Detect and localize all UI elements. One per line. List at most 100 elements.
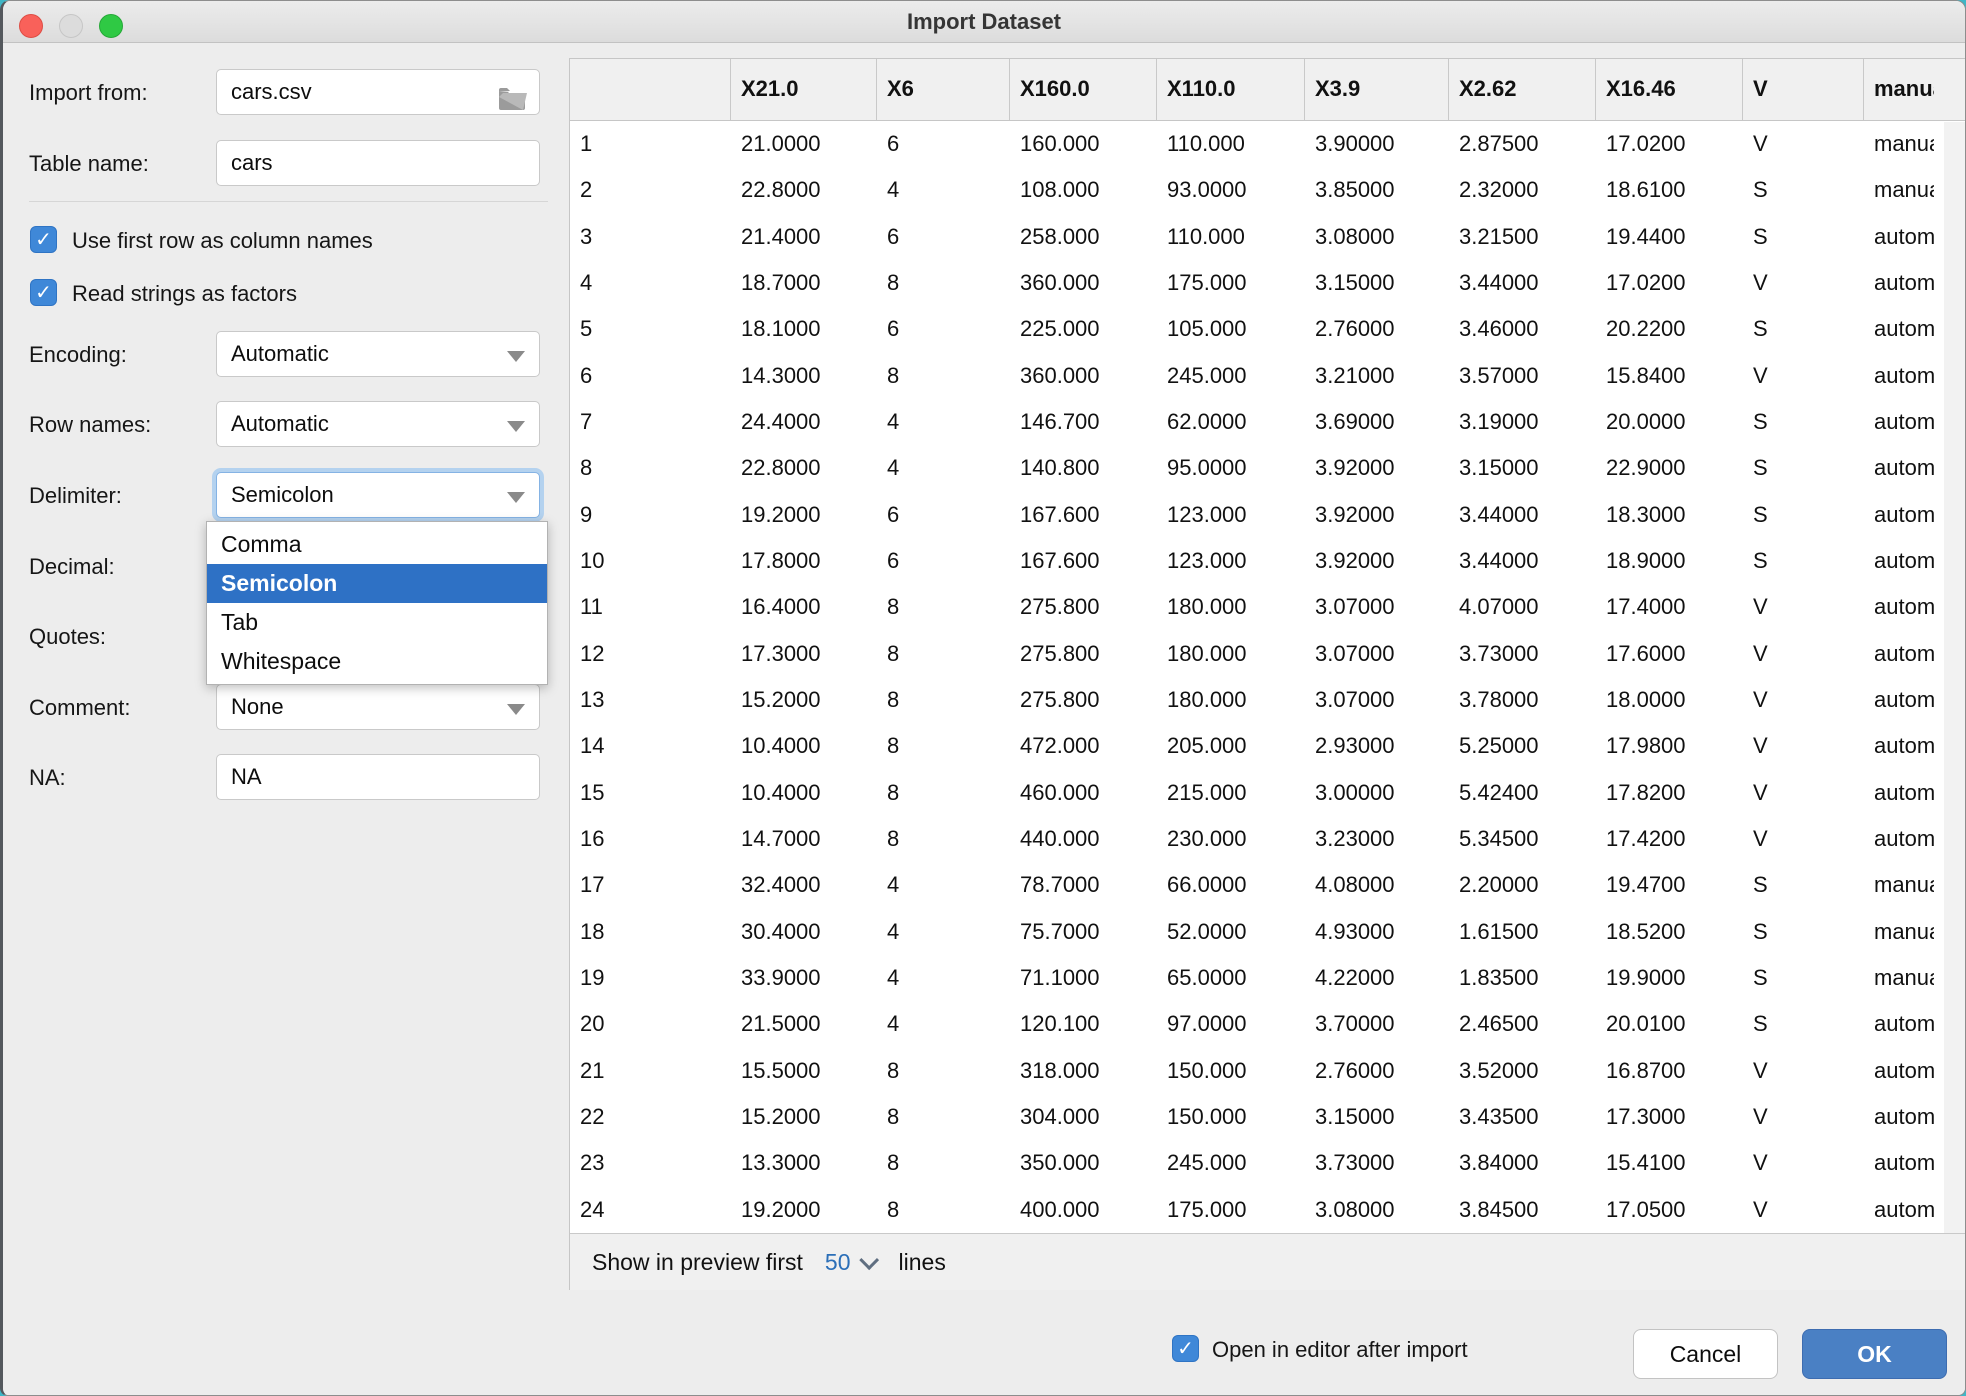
table-cell: 110.000 xyxy=(1157,121,1305,167)
table-row[interactable]: 1017.80006167.600123.0003.920003.4400018… xyxy=(570,538,1966,584)
table-row[interactable]: 1614.70008440.000230.0003.230005.3450017… xyxy=(570,816,1966,862)
table-row[interactable]: 614.30008360.000245.0003.210003.5700015.… xyxy=(570,353,1966,399)
table-cell: 4.07000 xyxy=(1449,584,1596,630)
table-cell: 30.4000 xyxy=(731,909,877,955)
table-row[interactable]: 2215.20008304.000150.0003.150003.4350017… xyxy=(570,1094,1966,1140)
table-cell: 3.15000 xyxy=(1305,1094,1449,1140)
column-header[interactable]: X160.0 xyxy=(1010,59,1157,120)
delimiter-option-semicolon[interactable]: Semicolon xyxy=(207,564,547,603)
table-row[interactable]: 1315.20008275.800180.0003.070003.7800018… xyxy=(570,677,1966,723)
table-row[interactable]: 2419.20008400.000175.0003.080003.8450017… xyxy=(570,1187,1966,1233)
table-cell: 16.4000 xyxy=(731,584,877,630)
table-cell: automatic xyxy=(1864,1048,1934,1094)
table-row[interactable]: 1933.9000471.100065.00004.220001.8350019… xyxy=(570,955,1966,1001)
column-header[interactable]: X6 xyxy=(877,59,1010,120)
table-cell: 180.000 xyxy=(1157,631,1305,677)
table-cell: 1.61500 xyxy=(1449,909,1596,955)
table-cell: V xyxy=(1743,260,1864,306)
folder-icon[interactable] xyxy=(497,81,527,115)
table-row[interactable]: 121.00006160.000110.0003.900002.8750017.… xyxy=(570,121,1966,167)
table-cell: 4 xyxy=(877,167,1010,213)
table-cell: 71.1000 xyxy=(1010,955,1157,1001)
column-header[interactable]: X16.46 xyxy=(1596,59,1743,120)
comment-label: Comment: xyxy=(29,695,130,721)
table-cell: 4 xyxy=(877,909,1010,955)
na-field[interactable]: NA xyxy=(216,754,540,800)
table-row[interactable]: 1830.4000475.700052.00004.930001.6150018… xyxy=(570,909,1966,955)
preview-line-count-dropdown[interactable]: 50 xyxy=(825,1249,851,1276)
preview-suffix-text: lines xyxy=(899,1249,946,1276)
column-header[interactable] xyxy=(570,59,731,120)
table-cell: S xyxy=(1743,862,1864,908)
column-header[interactable]: X2.62 xyxy=(1449,59,1596,120)
table-row[interactable]: 822.80004140.80095.00003.920003.1500022.… xyxy=(570,445,1966,491)
row-number-cell: 10 xyxy=(570,538,731,584)
table-cell: automatic xyxy=(1864,723,1934,769)
table-cell: 14.3000 xyxy=(731,353,877,399)
import-from-field[interactable]: cars.csv xyxy=(216,69,540,115)
row-names-select[interactable]: Automatic xyxy=(216,401,540,447)
table-row[interactable]: 919.20006167.600123.0003.920003.4400018.… xyxy=(570,492,1966,538)
table-cell: 225.000 xyxy=(1010,306,1157,352)
table-cell: 17.8000 xyxy=(731,538,877,584)
table-cell: 8 xyxy=(877,353,1010,399)
table-cell: 350.000 xyxy=(1010,1140,1157,1186)
row-number-cell: 14 xyxy=(570,723,731,769)
table-row[interactable]: 222.80004108.00093.00003.850002.3200018.… xyxy=(570,167,1966,213)
table-cell: 18.7000 xyxy=(731,260,877,306)
column-header[interactable]: X110.0 xyxy=(1157,59,1305,120)
table-name-field[interactable]: cars xyxy=(216,140,540,186)
table-cell: 6 xyxy=(877,121,1010,167)
table-row[interactable]: 2115.50008318.000150.0002.760003.5200016… xyxy=(570,1048,1966,1094)
table-cell: V xyxy=(1743,631,1864,677)
row-number-cell: 18 xyxy=(570,909,731,955)
column-header[interactable]: manual xyxy=(1864,59,1934,120)
table-cell: 123.000 xyxy=(1157,538,1305,584)
table-cell: S xyxy=(1743,492,1864,538)
open-in-editor-checkbox[interactable]: ✓ xyxy=(1172,1335,1199,1362)
use-first-row-checkbox[interactable]: ✓ xyxy=(30,226,57,253)
column-header[interactable]: X3.9 xyxy=(1305,59,1449,120)
table-row[interactable]: 518.10006225.000105.0002.760003.4600020.… xyxy=(570,306,1966,352)
comment-select[interactable]: None xyxy=(216,684,540,730)
table-cell: 120.100 xyxy=(1010,1001,1157,1047)
encoding-select[interactable]: Automatic xyxy=(216,331,540,377)
delimiter-option-whitespace[interactable]: Whitespace xyxy=(207,642,547,681)
table-cell: 17.3000 xyxy=(731,631,877,677)
table-row[interactable]: 1217.30008275.800180.0003.070003.7300017… xyxy=(570,631,1966,677)
table-row[interactable]: 1410.40008472.000205.0002.930005.2500017… xyxy=(570,723,1966,769)
table-row[interactable]: 1510.40008460.000215.0003.000005.4240017… xyxy=(570,770,1966,816)
row-number-cell: 12 xyxy=(570,631,731,677)
table-row[interactable]: 321.40006258.000110.0003.080003.2150019.… xyxy=(570,214,1966,260)
read-strings-checkbox[interactable]: ✓ xyxy=(30,279,57,306)
na-value: NA xyxy=(231,764,262,789)
table-cell: S xyxy=(1743,167,1864,213)
table-row[interactable]: 418.70008360.000175.0003.150003.4400017.… xyxy=(570,260,1966,306)
table-cell: 24.4000 xyxy=(731,399,877,445)
delimiter-select[interactable]: Semicolon xyxy=(216,472,540,518)
table-cell: 4 xyxy=(877,1001,1010,1047)
table-cell: 245.000 xyxy=(1157,1140,1305,1186)
table-cell: 2.93000 xyxy=(1305,723,1449,769)
column-header[interactable]: V xyxy=(1743,59,1864,120)
vertical-scrollbar-track[interactable] xyxy=(1944,122,1966,1234)
table-row[interactable]: 2021.50004120.10097.00003.700002.4650020… xyxy=(570,1001,1966,1047)
table-row[interactable]: 2313.30008350.000245.0003.730003.8400015… xyxy=(570,1140,1966,1186)
table-cell: 3.21500 xyxy=(1449,214,1596,260)
table-cell: automatic xyxy=(1864,1140,1934,1186)
ok-button[interactable]: OK xyxy=(1802,1329,1947,1379)
table-row[interactable]: 1732.4000478.700066.00004.080002.2000019… xyxy=(570,862,1966,908)
cancel-button[interactable]: Cancel xyxy=(1633,1329,1778,1379)
table-cell: 2.87500 xyxy=(1449,121,1596,167)
chevron-down-icon[interactable] xyxy=(859,1250,879,1270)
column-header[interactable]: X21.0 xyxy=(731,59,877,120)
form-separator xyxy=(29,201,548,202)
table-row[interactable]: 1116.40008275.800180.0003.070004.0700017… xyxy=(570,584,1966,630)
table-cell: 18.6100 xyxy=(1596,167,1743,213)
table-row[interactable]: 724.40004146.70062.00003.690003.1900020.… xyxy=(570,399,1966,445)
table-cell: 175.000 xyxy=(1157,260,1305,306)
table-cell: 3.52000 xyxy=(1449,1048,1596,1094)
delimiter-option-comma[interactable]: Comma xyxy=(207,525,547,564)
delimiter-option-tab[interactable]: Tab xyxy=(207,603,547,642)
table-cell: 3.70000 xyxy=(1305,1001,1449,1047)
